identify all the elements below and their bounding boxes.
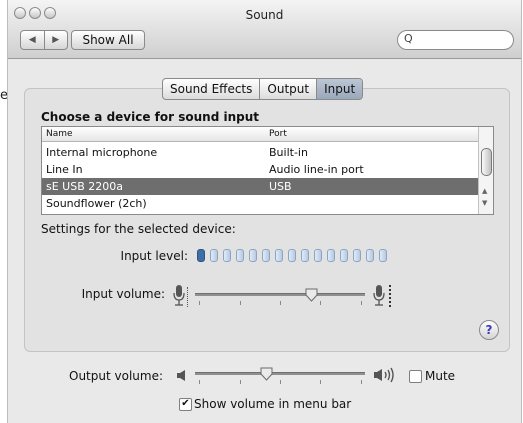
device-port: USB: [269, 180, 292, 193]
input-level-meter: [197, 249, 387, 262]
level-segment: [366, 249, 374, 262]
level-segment: [197, 249, 205, 262]
level-segment: [340, 249, 348, 262]
scrollbar-thumb[interactable]: [481, 148, 492, 176]
tab-output[interactable]: Output: [260, 79, 318, 99]
back-arrow-icon[interactable]: ◀: [21, 31, 45, 49]
input-volume-label: Input volume:: [81, 287, 165, 301]
device-heading: Choose a device for sound input: [41, 110, 259, 124]
mute-checkbox[interactable]: [409, 370, 422, 383]
level-segment: [301, 249, 309, 262]
device-name: Soundflower (2ch): [46, 197, 147, 210]
scroll-down-icon[interactable]: ▼: [482, 199, 487, 207]
device-name: Line In: [46, 163, 83, 176]
tab-sound-effects[interactable]: Sound Effects: [163, 79, 261, 99]
settings-label: Settings for the selected device:: [41, 222, 236, 236]
slider-tick: [320, 301, 321, 305]
level-segment: [353, 249, 361, 262]
forward-arrow-icon[interactable]: ▶: [45, 31, 68, 49]
input-volume-slider-knob[interactable]: [305, 288, 318, 302]
speaker-loud-icon: [374, 367, 394, 383]
output-volume-slider-knob[interactable]: [260, 367, 273, 381]
level-segment: [327, 249, 335, 262]
device-port: Audio line-in port: [269, 163, 364, 176]
microphone-low-icon: [173, 285, 185, 306]
help-button[interactable]: ?: [479, 320, 499, 340]
output-volume-label: Output volume:: [69, 369, 163, 383]
slider-tick: [320, 380, 321, 384]
level-segment: [249, 249, 257, 262]
device-port: Built-in: [269, 146, 308, 159]
slider-tick: [361, 301, 362, 305]
slider-tick: [199, 380, 200, 384]
show-volume-label: Show volume in menu bar: [194, 397, 352, 411]
device-name: Internal microphone: [46, 146, 158, 159]
tab-input[interactable]: Input: [317, 79, 363, 99]
vertical-scrollbar[interactable]: ▲ ▼: [478, 127, 493, 214]
level-segment: [223, 249, 231, 262]
microphone-high-icon: [373, 285, 385, 306]
slider-tick: [280, 301, 281, 305]
input-volume-slider[interactable]: [195, 293, 365, 296]
output-volume-slider[interactable]: [195, 372, 365, 375]
table-header: Name Port: [42, 127, 478, 142]
level-segment: [379, 249, 387, 262]
column-header-port[interactable]: Port: [269, 129, 287, 139]
scroll-up-icon[interactable]: ▲: [482, 187, 487, 195]
window-title: Sound: [245, 8, 284, 22]
level-segment: [314, 249, 322, 262]
navigation-buttons: ◀ ▶: [20, 30, 68, 50]
slider-tick: [240, 301, 241, 305]
input-level-label: Input level:: [120, 249, 188, 263]
level-segment: [275, 249, 283, 262]
show-all-button[interactable]: Show All: [71, 30, 145, 50]
show-volume-checkbox[interactable]: ✔: [179, 398, 192, 411]
table-row[interactable]: Soundflower (2ch): [42, 195, 478, 212]
tab-bar: Sound Effects Output Input: [162, 78, 364, 100]
level-segment: [288, 249, 296, 262]
speaker-quiet-icon: [177, 370, 185, 381]
table-row[interactable]: Internal microphone Built-in: [42, 144, 478, 161]
table-row-selected[interactable]: sE USB 2200a USB: [42, 178, 478, 195]
level-segment: [236, 249, 244, 262]
search-icon: Q: [404, 32, 413, 45]
level-segment: [210, 249, 218, 262]
search-field[interactable]: Q: [397, 30, 514, 50]
title-bar: Sound ◀ ▶ Show All Q: [8, 0, 521, 59]
device-table: Name Port Internal microphone Built-in L…: [41, 126, 494, 215]
min-level-marker: [187, 287, 189, 307]
mute-label: Mute: [425, 369, 456, 383]
slider-tick: [240, 380, 241, 384]
max-level-marker: [389, 285, 392, 307]
device-name: sE USB 2200a: [46, 180, 123, 193]
column-header-name[interactable]: Name: [46, 129, 73, 139]
slider-tick: [280, 380, 281, 384]
level-segment: [262, 249, 270, 262]
slider-tick: [199, 301, 200, 305]
slider-tick: [361, 380, 362, 384]
table-row[interactable]: Line In Audio line-in port: [42, 161, 478, 178]
